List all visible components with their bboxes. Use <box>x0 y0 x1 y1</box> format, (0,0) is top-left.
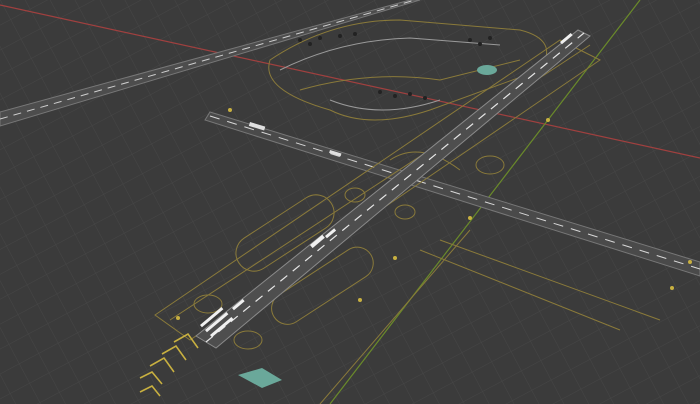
3d-viewport[interactable] <box>0 0 700 404</box>
teal-pad-far[interactable] <box>477 65 497 75</box>
scene-canvas[interactable] <box>0 0 700 404</box>
